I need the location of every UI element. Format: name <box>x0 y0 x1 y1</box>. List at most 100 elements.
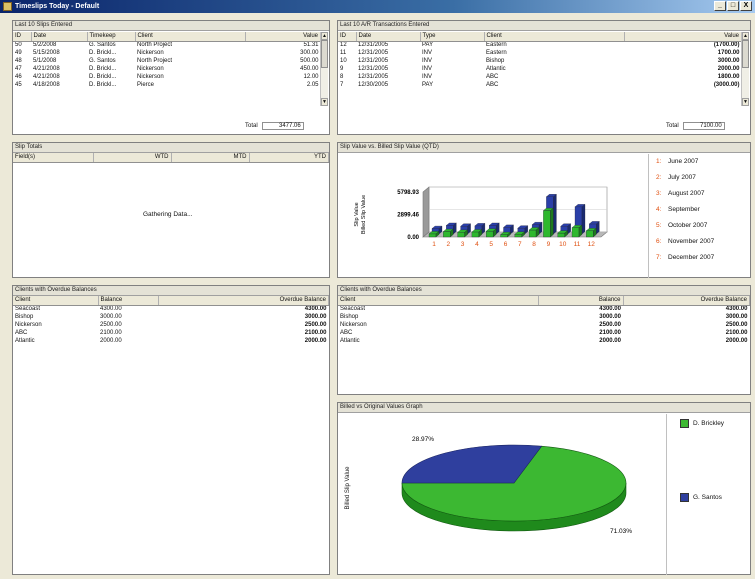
table-row[interactable]: 8 12/31/2005 INV ABC 1800.00 <box>338 73 742 81</box>
month-number: 4: <box>656 206 662 213</box>
table-row[interactable]: Nickerson 2500.00 2500.00 <box>338 321 750 329</box>
x-tick-label: 7 <box>518 241 522 248</box>
col-ytd[interactable]: YTD <box>249 153 329 163</box>
col-client[interactable]: Client <box>484 32 625 42</box>
table-cell: 2100.00 <box>599 330 621 336</box>
month-legend-item: 6: November 2007 <box>656 238 714 245</box>
table-row[interactable]: Bishop 3000.00 3000.00 <box>13 313 329 321</box>
table-row[interactable]: 45 4/18/2008 D. Brickl... Pierce 2.05 <box>13 81 321 89</box>
col-wtd[interactable]: WTD <box>93 153 172 163</box>
table-cell: 11 <box>340 50 347 56</box>
table-row[interactable]: 48 5/1/2008 G. Santos North Project 500.00 <box>13 57 321 65</box>
col-client[interactable]: Client <box>135 32 246 42</box>
col-date[interactable]: Date <box>31 32 88 42</box>
pie-label-d-brickley: 71.03% <box>610 528 632 535</box>
scroll-down-arrow-icon[interactable]: ▼ <box>742 98 749 106</box>
col-fields[interactable]: Field(s) <box>13 153 94 163</box>
slip-totals-title: Slip Totals <box>13 143 329 153</box>
table-row[interactable]: ABC 2100.00 2100.00 <box>13 329 329 337</box>
ar-total-label: Total <box>666 123 679 129</box>
table-cell: 12/31/2005 <box>358 42 389 49</box>
table-cell: Seacoast <box>340 306 366 313</box>
bar-billed-slip-value <box>457 232 465 238</box>
overdue-right-table: Client Balance Overdue Balance Seacoast 4… <box>338 296 750 345</box>
col-timekeeper[interactable]: Timekeep <box>87 32 136 42</box>
table-cell: ABC <box>340 330 353 336</box>
table-cell: 3000.00 <box>100 314 122 320</box>
scroll-thumb[interactable] <box>321 40 328 68</box>
table-row[interactable]: Seacoast 4300.00 4300.00 <box>13 305 329 313</box>
col-type[interactable]: Type <box>420 32 485 42</box>
table-cell: 12/31/2005 <box>358 58 389 64</box>
table-cell: ABC <box>486 74 499 80</box>
table-row[interactable]: Bishop 3000.00 3000.00 <box>338 313 750 321</box>
scroll-up-arrow-icon[interactable]: ▲ <box>321 32 328 40</box>
bar-billed-slip-value <box>514 234 522 238</box>
table-cell: Atlantic <box>486 66 506 72</box>
table-row[interactable]: 47 4/21/2008 D. Brickl... Nickerson 450.00 <box>13 65 321 73</box>
table-cell: 12/31/2005 <box>358 50 389 56</box>
col-balance[interactable]: Balance <box>98 296 159 306</box>
overdue-left-panel: Clients with Overdue Balances Client Bal… <box>12 285 330 575</box>
table-cell: 2500.00 <box>100 322 122 328</box>
scroll-down-arrow-icon[interactable]: ▼ <box>321 98 328 106</box>
col-date[interactable]: Date <box>356 32 421 42</box>
table-cell: 7 <box>340 82 344 88</box>
table-row[interactable]: Nickerson 2500.00 2500.00 <box>13 321 329 329</box>
table-cell: INV <box>422 74 433 80</box>
month-legend-item: 3: August 2007 <box>656 190 705 197</box>
col-mtd[interactable]: MTD <box>171 153 250 163</box>
table-row[interactable]: 12 12/31/2005 PAY Eastern (1700.00) <box>338 41 742 49</box>
scroll-thumb[interactable] <box>742 40 749 68</box>
table-row[interactable]: Atlantic 2000.00 2000.00 <box>13 337 329 345</box>
month-legend-item: 1: June 2007 <box>656 158 698 165</box>
minimize-button[interactable]: _ <box>714 1 726 11</box>
col-balance[interactable]: Balance <box>538 296 624 306</box>
table-cell: 4300.00 <box>725 306 748 313</box>
month-label: November 2007 <box>668 238 715 245</box>
slips-scrollbar[interactable]: ▲ ▼ <box>320 32 328 106</box>
col-id[interactable]: ID <box>338 32 357 42</box>
table-cell: ABC <box>15 330 28 336</box>
month-legend-item: 7: December 2007 <box>656 254 714 261</box>
legend-label: G. Santos <box>693 494 722 501</box>
table-row[interactable]: 7 12/30/2005 PAY ABC (3000.00) <box>338 81 742 89</box>
bar-billed-slip-value <box>528 229 537 238</box>
bar-billed-slip-value-side <box>550 207 554 238</box>
overdue-left-table: Client Balance Overdue Balance Seacoast 4… <box>13 296 329 345</box>
month-number: 2: <box>656 174 662 181</box>
table-cell: 3000.00 <box>304 314 327 320</box>
table-row[interactable]: 50 5/2/2008 G. Santos North Project 51.31 <box>13 41 321 49</box>
col-id[interactable]: ID <box>13 32 32 42</box>
col-value[interactable]: Value <box>624 32 742 42</box>
col-client[interactable]: Client <box>13 296 99 306</box>
window-title: Timeslips Today - Default <box>15 3 100 10</box>
legend-swatch-blue <box>680 493 689 502</box>
ar-scrollbar[interactable]: ▲ ▼ <box>741 32 749 106</box>
close-button[interactable]: X <box>740 1 752 11</box>
table-cell: Pierce <box>137 82 155 88</box>
table-cell: 2500.00 <box>599 322 621 328</box>
table-row[interactable]: Atlantic 2000.00 2000.00 <box>338 337 750 345</box>
col-value[interactable]: Value <box>245 32 321 42</box>
overdue-left-title: Clients with Overdue Balances <box>13 286 329 296</box>
y-tick-label: 2899.46 <box>397 213 419 219</box>
table-cell: 4300.00 <box>599 306 621 313</box>
scroll-up-arrow-icon[interactable]: ▲ <box>742 32 749 40</box>
table-row[interactable]: ABC 2100.00 2100.00 <box>338 329 750 337</box>
col-overdue-balance[interactable]: Overdue Balance <box>158 296 329 306</box>
table-row[interactable]: 11 12/31/2005 INV Eastern 1700.00 <box>338 49 742 57</box>
bar-billed-slip-value <box>428 233 437 238</box>
month-label: July 2007 <box>668 174 696 181</box>
table-cell: 5/15/2008 <box>33 50 60 56</box>
app-icon <box>3 2 12 11</box>
table-row[interactable]: Seacoast 4300.00 4300.00 <box>338 305 750 313</box>
table-row[interactable]: 9 12/31/2005 INV Atlantic 2000.00 <box>338 65 742 73</box>
table-row[interactable]: 46 4/21/2008 D. Brickl... Nickerson 12.00 <box>13 73 321 81</box>
col-overdue-balance[interactable]: Overdue Balance <box>623 296 750 306</box>
maximize-button[interactable]: □ <box>727 1 739 11</box>
table-row[interactable]: 10 12/31/2005 INV Bishop 3000.00 <box>338 57 742 65</box>
col-client[interactable]: Client <box>338 296 539 306</box>
window-title-bar[interactable]: Timeslips Today - Default _ □ X <box>0 0 755 13</box>
table-row[interactable]: 49 5/15/2008 D. Brickl... Nickerson 300.00 <box>13 49 321 57</box>
